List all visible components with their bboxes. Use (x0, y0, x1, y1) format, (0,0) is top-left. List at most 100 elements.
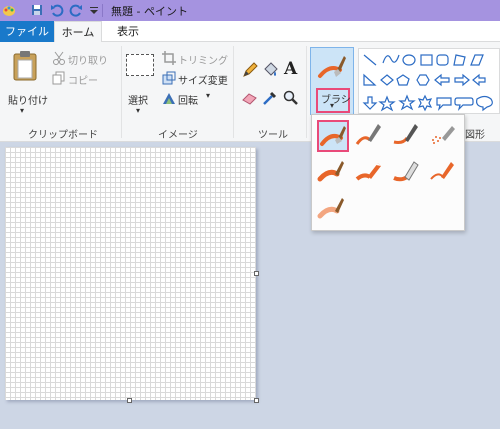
oval-shape-icon (402, 54, 416, 66)
brush-option-calligraphy-1[interactable] (354, 120, 386, 152)
save-icon[interactable] (30, 3, 44, 17)
tab-home[interactable]: ホーム (54, 21, 102, 43)
brush-icon (320, 126, 346, 146)
magnifier-icon[interactable] (283, 90, 299, 106)
right-triangle-shape-icon (363, 73, 377, 86)
tab-file[interactable]: ファイル (0, 21, 54, 42)
brush-option-watercolor[interactable] (317, 194, 349, 226)
text-tool-icon[interactable]: A (284, 59, 297, 79)
brush-option-crayon[interactable] (354, 157, 386, 189)
rect-callout-shape-icon (436, 97, 452, 111)
copy-button[interactable]: コピー (52, 71, 114, 87)
paint-app-icon (3, 6, 15, 16)
title-bar: 無題 - ペイント (0, 0, 500, 21)
star6-shape-icon (417, 94, 433, 112)
image-group: 選択 ▾ トリミング サイズ変更 回転 ▾ イメージ (122, 42, 232, 142)
right-arrow-shape-icon (454, 73, 470, 87)
paste-dropdown-icon: ▾ (20, 106, 25, 115)
canvas-resize-handle-bottom[interactable] (127, 398, 132, 403)
brushes-button[interactable]: ブラシ ▾ (310, 47, 354, 115)
group-divider (306, 46, 307, 138)
pentagon-shape-icon (396, 74, 410, 86)
rotate-icon (163, 93, 175, 104)
window-title: 無題 - ペイント (111, 5, 188, 18)
rotate-button[interactable]: 回転 ▾ (162, 91, 222, 107)
title-separator (102, 4, 103, 17)
brush-option-airbrush[interactable] (428, 120, 460, 152)
curve-shape-icon (382, 54, 400, 64)
cloud-callout-shape-icon (476, 95, 493, 112)
brushes-dropdown-menu (311, 114, 465, 231)
shapes-group-label: 図形 (465, 130, 485, 141)
watercolor-brush-icon (317, 198, 344, 219)
tools-group-label: ツール (258, 130, 288, 141)
parallelogram-shape-icon (470, 54, 484, 66)
left-arrow-shape-icon (434, 73, 450, 87)
crayon-icon (355, 163, 381, 181)
select-label: 選択 (128, 96, 148, 107)
brushes-dropdown-icon: ▾ (330, 101, 335, 110)
undo-icon[interactable] (50, 3, 64, 17)
clipboard-icon (13, 51, 37, 81)
eraser-icon[interactable] (242, 90, 258, 106)
cut-label: 切り取り (68, 56, 108, 67)
resize-button[interactable]: サイズ変更 (162, 71, 232, 87)
rectangle-shape-icon (420, 54, 433, 66)
shapes-gallery[interactable] (358, 48, 500, 114)
pencil-icon[interactable] (242, 62, 258, 78)
natural-pencil-icon (430, 162, 454, 180)
calligraphy-pen-icon (355, 124, 381, 145)
color-picker-icon[interactable] (262, 90, 278, 106)
brushes-label: ブラシ (321, 95, 351, 106)
brush-option-oil[interactable] (317, 157, 349, 189)
brush-icon (318, 56, 346, 78)
selection-rectangle-icon (126, 54, 154, 76)
star4-shape-icon (378, 95, 396, 112)
rounded-callout-shape-icon (454, 97, 474, 111)
drawing-canvas[interactable] (5, 147, 256, 400)
clipboard-group-label: クリップボード (28, 130, 98, 141)
calligraphy-pen-icon (393, 124, 418, 144)
paste-label: 貼り付け (8, 96, 48, 107)
hexagon-shape-icon (416, 74, 430, 86)
copy-label: コピー (68, 76, 98, 87)
brush-option-marker[interactable] (391, 157, 423, 189)
brushes-label-highlight: ブラシ ▾ (316, 88, 351, 113)
line-shape-icon (363, 54, 377, 66)
crop-icon (162, 51, 176, 65)
rounded-rectangle-shape-icon (436, 54, 449, 66)
shapes-grid (362, 54, 493, 112)
diamond-shape-icon (380, 74, 394, 86)
canvas-resize-handle-corner[interactable] (254, 398, 259, 403)
paste-button[interactable]: 貼り付け ▾ (4, 48, 48, 120)
marker-icon (393, 161, 419, 182)
scissors-icon (53, 51, 65, 65)
resize-label: サイズ変更 (178, 76, 228, 87)
resize-icon (162, 71, 176, 85)
select-dropdown-icon: ▾ (136, 106, 141, 115)
down-arrow-shape-icon (362, 96, 378, 110)
brush-option-calligraphy-2[interactable] (391, 120, 423, 152)
crop-label: トリミング (178, 56, 228, 67)
customize-dropdown-icon[interactable] (87, 3, 101, 17)
oil-brush-icon (317, 161, 344, 182)
polygon-shape-icon (453, 54, 466, 66)
clipboard-group: 貼り付け ▾ 切り取り コピー クリップボード (0, 42, 120, 142)
star5-shape-icon (398, 94, 416, 111)
brush-option-brush[interactable] (317, 120, 349, 152)
airbrush-icon (432, 126, 455, 144)
brush-option-natural-pencil[interactable] (428, 157, 460, 189)
tab-view[interactable]: 表示 (108, 21, 148, 42)
fill-bucket-icon[interactable] (262, 62, 278, 78)
rotate-dropdown-icon: ▾ (206, 91, 211, 100)
canvas-resize-handle-right[interactable] (254, 271, 259, 276)
select-button[interactable]: 選択 ▾ (124, 48, 156, 120)
copy-icon (52, 71, 65, 85)
arrow-shape-icon (472, 73, 486, 87)
cut-button[interactable]: 切り取り (52, 51, 114, 67)
rotate-label: 回転 (178, 96, 198, 107)
image-group-label: イメージ (158, 130, 198, 141)
crop-button[interactable]: トリミング (162, 51, 230, 67)
tools-group: A ツール (234, 42, 306, 142)
redo-icon[interactable] (69, 3, 83, 17)
